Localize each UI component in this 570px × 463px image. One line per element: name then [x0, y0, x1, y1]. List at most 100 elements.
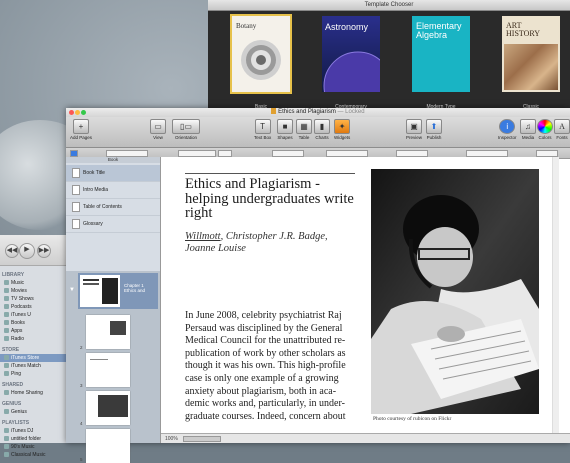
template-classic[interactable]: ART HISTORY Classic	[502, 16, 560, 110]
bold-italic-controls[interactable]	[272, 150, 304, 157]
zoom-slider[interactable]	[183, 435, 222, 442]
itunes-sidebar-item[interactable]: Genius	[0, 408, 70, 416]
publish-button[interactable]: ⬆ Publish	[426, 119, 442, 140]
page-title[interactable]: Ethics and Plagiarism - helping undergra…	[185, 177, 355, 221]
page-thumb-2[interactable]	[86, 315, 130, 349]
zoom-button[interactable]	[81, 110, 86, 115]
source-icon	[4, 336, 9, 342]
window-title: Ethics and Plagiarism	[278, 109, 336, 115]
disclosure-triangle-icon[interactable]: ▼	[69, 287, 75, 293]
previous-icon[interactable]: ◀◀	[5, 244, 19, 258]
chapter-label: Chapter 1 Ethics and	[124, 283, 146, 293]
font-family-popup[interactable]	[178, 150, 216, 157]
vertical-scrollbar[interactable]	[552, 157, 559, 433]
itunes-sidebar-item[interactable]: iTunes DJ	[0, 427, 70, 435]
orientation-button[interactable]: ▯▭ Orientation	[172, 119, 200, 140]
inspector-button[interactable]: i Inspector	[498, 119, 517, 140]
itunes-sidebar-item[interactable]: untitled folder	[0, 435, 70, 443]
template-modern-type[interactable]: Elementary Algebra Modern Type	[412, 16, 470, 110]
spacing-controls[interactable]	[396, 150, 428, 157]
widgets-button[interactable]: ✦ Widgets	[334, 119, 350, 140]
source-icon	[4, 288, 9, 294]
itunes-sidebar-item[interactable]: Classical Music	[0, 451, 70, 459]
itunes-item-label: Music	[11, 280, 25, 286]
columns-controls[interactable]	[536, 150, 558, 157]
close-button[interactable]	[69, 110, 74, 115]
zoom-level[interactable]: 100%	[165, 436, 178, 442]
preview-button[interactable]: ▣ Preview	[406, 119, 422, 140]
itunes-sidebar-item[interactable]: iTunes U	[0, 311, 70, 319]
charts-label: Charts	[315, 135, 329, 140]
page-thumb-3[interactable]	[86, 353, 130, 387]
itunes-sidebar-item[interactable]: TV Shows	[0, 295, 70, 303]
table-button[interactable]: ▦ Table	[296, 119, 312, 140]
status-bar: 100%	[161, 433, 570, 443]
title-rule	[185, 173, 355, 174]
itunes-sidebar-item[interactable]: Podcasts	[0, 303, 70, 311]
preview-label: Preview	[406, 135, 423, 140]
chapter-1-thumbnail[interactable]: Chapter 1 Ethics and	[78, 273, 158, 309]
media-button[interactable]: ♫ Media	[520, 119, 536, 140]
page-icon	[72, 167, 80, 178]
itunes-sidebar-item[interactable]: Books	[0, 319, 70, 327]
fonts-button[interactable]: A Fonts	[554, 119, 570, 140]
publish-icon: ⬆	[426, 119, 442, 134]
styles-drawer-button[interactable]	[70, 150, 78, 157]
body-text[interactable]: In June 2008, celebrity psychiatrist Raj…	[185, 310, 357, 423]
toolbar: + Add Pages ▭ View ▯▭ Orientation T Text Box…	[66, 117, 570, 148]
itunes-sidebar-item[interactable]: Home Sharing	[0, 389, 70, 397]
shapes-button[interactable]: ■ Shapes	[277, 119, 293, 140]
itunes-sidebar-item[interactable]: Movies	[0, 287, 70, 295]
itunes-item-label: untitled folder	[11, 436, 42, 442]
page-icon	[72, 184, 80, 195]
colors-icon	[537, 119, 553, 134]
sidebar-item-glossary[interactable]: Glossary	[66, 216, 160, 233]
view-button[interactable]: ▭ View	[150, 119, 166, 140]
plus-icon: +	[73, 119, 90, 134]
paragraph-style-popup[interactable]	[106, 150, 148, 157]
itunes-sidebar-item[interactable]: 90's Music	[0, 443, 70, 451]
itunes-sidebar-item[interactable]: Music	[0, 279, 70, 287]
alignment-controls[interactable]	[326, 150, 368, 157]
itunes-sidebar-item[interactable]: iTunes Match	[0, 362, 70, 370]
itunes-sidebar-item[interactable]: Ping	[0, 370, 70, 378]
charts-button[interactable]: ▮ Charts	[314, 119, 330, 140]
author-link[interactable]: Willmott	[185, 231, 221, 242]
minimize-button[interactable]	[75, 110, 80, 115]
media-icon: ♫	[520, 119, 536, 134]
itunes-sidebar-item[interactable]: iTunes Store	[0, 354, 70, 362]
table-icon: ▦	[296, 119, 312, 134]
text-box-label: Text Box	[254, 135, 272, 140]
colors-button[interactable]: Colors	[537, 119, 553, 140]
text-box-button[interactable]: T Text Box	[254, 119, 271, 140]
source-icon	[4, 363, 9, 369]
window-titlebar: Ethics and Plagiarism — Locked	[66, 108, 570, 117]
template-basic[interactable]: Botany Basic	[230, 14, 292, 110]
page-thumb-5[interactable]	[86, 429, 130, 463]
page-thumb-4[interactable]	[86, 391, 130, 425]
source-icon	[4, 390, 9, 396]
student-photo[interactable]	[371, 169, 539, 414]
sidebar-item-label: Glossary	[83, 221, 103, 227]
sidebar-item-intro-media[interactable]: Intro Media	[66, 182, 160, 199]
source-icon	[4, 409, 9, 415]
author-line[interactable]: Willmott, Christopher J.R. Badge, Joanne…	[185, 231, 355, 254]
itunes-item-label: Podcasts	[11, 304, 32, 310]
source-icon	[4, 428, 9, 434]
itunes-sidebar-item[interactable]: Apps	[0, 327, 70, 335]
ibooks-author-window: Ethics and Plagiarism — Locked + Add Page…	[66, 108, 570, 463]
next-icon[interactable]: ▶▶	[37, 244, 51, 258]
itunes-section-header: STORE	[2, 347, 20, 353]
play-icon[interactable]: ▶	[19, 243, 35, 259]
itunes-sidebar-item[interactable]: Radio	[0, 335, 70, 343]
shapes-label: Shapes	[277, 135, 293, 140]
itunes-toolbar: ◀◀ ▶ ▶▶	[0, 235, 70, 266]
sidebar-item-book-title[interactable]: Book Title	[66, 165, 160, 182]
add-pages-button[interactable]: + Add Pages	[70, 119, 92, 140]
itunes-section-header: LIBRARY	[2, 272, 25, 278]
sidebar-header: Book	[66, 157, 160, 163]
sidebar-item-table-of-contents[interactable]: Table of Contents	[66, 199, 160, 216]
template-contemporary[interactable]: Astronomy Contemporary	[322, 16, 380, 110]
list-style-popup[interactable]	[466, 150, 508, 157]
font-size-popup[interactable]	[218, 150, 232, 157]
